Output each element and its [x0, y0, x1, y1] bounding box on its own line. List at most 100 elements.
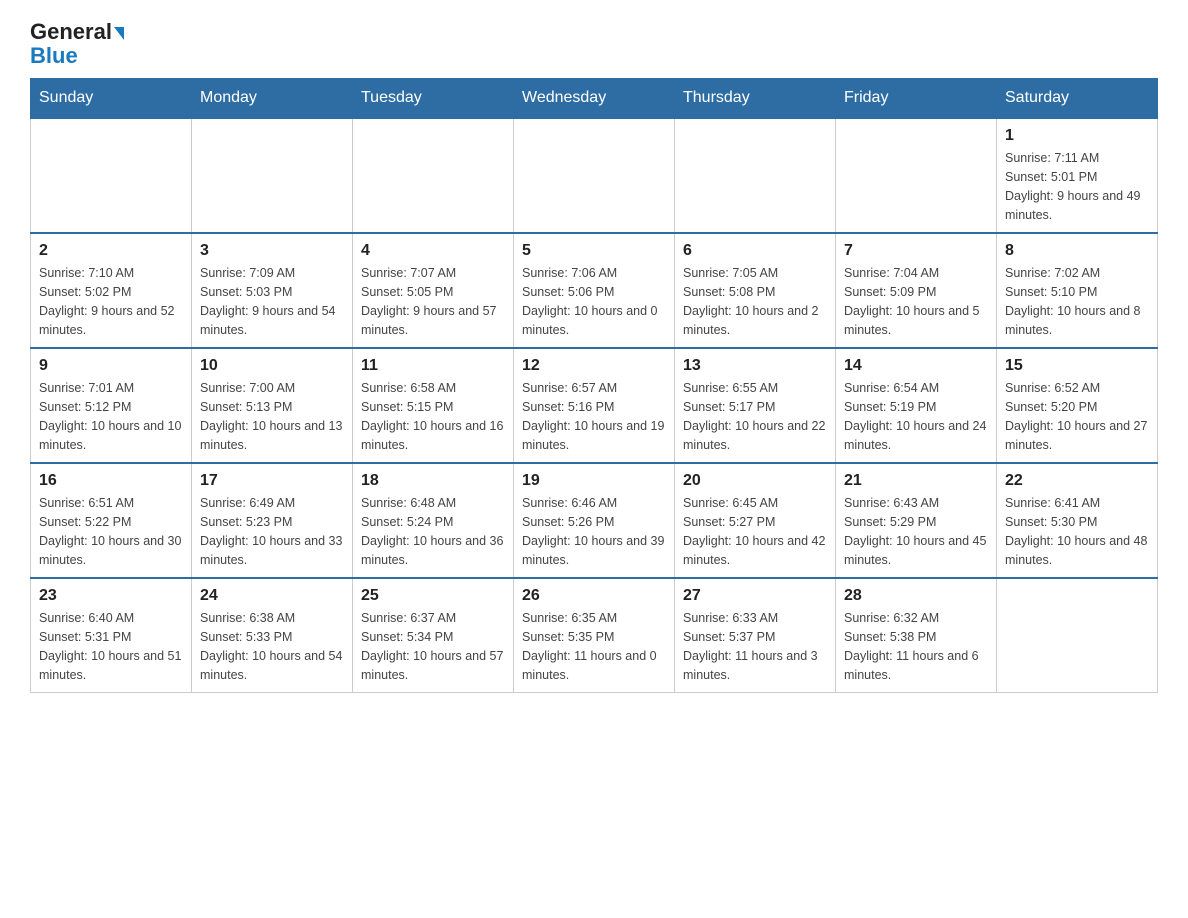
day-number: 9 — [39, 357, 183, 375]
calendar-table: SundayMondayTuesdayWednesdayThursdayFrid… — [30, 78, 1158, 693]
page-header: General Blue — [30, 20, 1158, 68]
calendar-cell: 8 Sunrise: 7:02 AM Sunset: 5:10 PM Daylig… — [997, 233, 1158, 348]
day-number: 10 — [200, 357, 344, 375]
logo: General Blue — [30, 20, 124, 68]
day-number: 11 — [361, 357, 505, 375]
calendar-cell: 25 Sunrise: 6:37 AM Sunset: 5:34 PM Dayli… — [353, 578, 514, 693]
day-info: Sunrise: 6:51 AM Sunset: 5:22 PM Dayligh… — [39, 494, 183, 569]
day-info: Sunrise: 6:33 AM Sunset: 5:37 PM Dayligh… — [683, 609, 827, 684]
week-row-4: 16 Sunrise: 6:51 AM Sunset: 5:22 PM Dayli… — [31, 463, 1158, 578]
calendar-cell: 20 Sunrise: 6:45 AM Sunset: 5:27 PM Dayli… — [675, 463, 836, 578]
day-number: 21 — [844, 472, 988, 490]
day-info: Sunrise: 6:32 AM Sunset: 5:38 PM Dayligh… — [844, 609, 988, 684]
weekday-header-saturday: Saturday — [997, 79, 1158, 119]
calendar-cell: 18 Sunrise: 6:48 AM Sunset: 5:24 PM Dayli… — [353, 463, 514, 578]
calendar-cell: 9 Sunrise: 7:01 AM Sunset: 5:12 PM Daylig… — [31, 348, 192, 463]
calendar-cell: 3 Sunrise: 7:09 AM Sunset: 5:03 PM Daylig… — [192, 233, 353, 348]
day-info: Sunrise: 7:10 AM Sunset: 5:02 PM Dayligh… — [39, 264, 183, 339]
day-info: Sunrise: 7:09 AM Sunset: 5:03 PM Dayligh… — [200, 264, 344, 339]
day-info: Sunrise: 7:00 AM Sunset: 5:13 PM Dayligh… — [200, 379, 344, 454]
day-number: 27 — [683, 587, 827, 605]
calendar-cell: 28 Sunrise: 6:32 AM Sunset: 5:38 PM Dayli… — [836, 578, 997, 693]
day-number: 18 — [361, 472, 505, 490]
logo-triangle-icon — [114, 27, 124, 40]
calendar-cell: 16 Sunrise: 6:51 AM Sunset: 5:22 PM Dayli… — [31, 463, 192, 578]
calendar-cell: 27 Sunrise: 6:33 AM Sunset: 5:37 PM Dayli… — [675, 578, 836, 693]
day-number: 8 — [1005, 242, 1149, 260]
day-info: Sunrise: 6:35 AM Sunset: 5:35 PM Dayligh… — [522, 609, 666, 684]
weekday-header-tuesday: Tuesday — [353, 79, 514, 119]
calendar-cell: 23 Sunrise: 6:40 AM Sunset: 5:31 PM Dayli… — [31, 578, 192, 693]
calendar-cell: 13 Sunrise: 6:55 AM Sunset: 5:17 PM Dayli… — [675, 348, 836, 463]
calendar-cell — [514, 118, 675, 233]
weekday-header-friday: Friday — [836, 79, 997, 119]
calendar-cell: 1Sunrise: 7:11 AM Sunset: 5:01 PM Daylig… — [997, 118, 1158, 233]
week-row-2: 2 Sunrise: 7:10 AM Sunset: 5:02 PM Daylig… — [31, 233, 1158, 348]
calendar-cell — [192, 118, 353, 233]
day-info: Sunrise: 6:48 AM Sunset: 5:24 PM Dayligh… — [361, 494, 505, 569]
weekday-header-wednesday: Wednesday — [514, 79, 675, 119]
calendar-cell: 2 Sunrise: 7:10 AM Sunset: 5:02 PM Daylig… — [31, 233, 192, 348]
weekday-header-monday: Monday — [192, 79, 353, 119]
calendar-cell — [353, 118, 514, 233]
weekday-header-thursday: Thursday — [675, 79, 836, 119]
day-info: Sunrise: 7:01 AM Sunset: 5:12 PM Dayligh… — [39, 379, 183, 454]
day-number: 12 — [522, 357, 666, 375]
day-number: 15 — [1005, 357, 1149, 375]
day-number: 4 — [361, 242, 505, 260]
calendar-cell: 6 Sunrise: 7:05 AM Sunset: 5:08 PM Daylig… — [675, 233, 836, 348]
day-number: 14 — [844, 357, 988, 375]
day-number: 2 — [39, 242, 183, 260]
day-number: 25 — [361, 587, 505, 605]
day-number: 17 — [200, 472, 344, 490]
day-number: 13 — [683, 357, 827, 375]
calendar-cell: 7 Sunrise: 7:04 AM Sunset: 5:09 PM Daylig… — [836, 233, 997, 348]
day-info: Sunrise: 6:37 AM Sunset: 5:34 PM Dayligh… — [361, 609, 505, 684]
day-info: Sunrise: 6:58 AM Sunset: 5:15 PM Dayligh… — [361, 379, 505, 454]
calendar-cell: 14Sunrise: 6:54 AM Sunset: 5:19 PM Dayli… — [836, 348, 997, 463]
day-number: 26 — [522, 587, 666, 605]
day-number: 22 — [1005, 472, 1149, 490]
day-info: Sunrise: 6:45 AM Sunset: 5:27 PM Dayligh… — [683, 494, 827, 569]
calendar-cell: 21Sunrise: 6:43 AM Sunset: 5:29 PM Dayli… — [836, 463, 997, 578]
calendar-cell — [997, 578, 1158, 693]
day-info: Sunrise: 6:55 AM Sunset: 5:17 PM Dayligh… — [683, 379, 827, 454]
day-number: 3 — [200, 242, 344, 260]
day-number: 20 — [683, 472, 827, 490]
calendar-cell: 24 Sunrise: 6:38 AM Sunset: 5:33 PM Dayli… — [192, 578, 353, 693]
calendar-cell: 12 Sunrise: 6:57 AM Sunset: 5:16 PM Dayli… — [514, 348, 675, 463]
day-info: Sunrise: 6:40 AM Sunset: 5:31 PM Dayligh… — [39, 609, 183, 684]
day-info: Sunrise: 6:52 AM Sunset: 5:20 PM Dayligh… — [1005, 379, 1149, 454]
calendar-cell: 19 Sunrise: 6:46 AM Sunset: 5:26 PM Dayli… — [514, 463, 675, 578]
day-number: 28 — [844, 587, 988, 605]
week-row-3: 9 Sunrise: 7:01 AM Sunset: 5:12 PM Daylig… — [31, 348, 1158, 463]
logo-text: General Blue — [30, 20, 124, 68]
day-info: Sunrise: 7:11 AM Sunset: 5:01 PM Dayligh… — [1005, 149, 1149, 224]
calendar-cell: 22Sunrise: 6:41 AM Sunset: 5:30 PM Dayli… — [997, 463, 1158, 578]
week-row-1: 1Sunrise: 7:11 AM Sunset: 5:01 PM Daylig… — [31, 118, 1158, 233]
calendar-cell: 4 Sunrise: 7:07 AM Sunset: 5:05 PM Daylig… — [353, 233, 514, 348]
day-number: 5 — [522, 242, 666, 260]
day-info: Sunrise: 6:38 AM Sunset: 5:33 PM Dayligh… — [200, 609, 344, 684]
day-info: Sunrise: 6:46 AM Sunset: 5:26 PM Dayligh… — [522, 494, 666, 569]
calendar-cell: 17Sunrise: 6:49 AM Sunset: 5:23 PM Dayli… — [192, 463, 353, 578]
day-number: 16 — [39, 472, 183, 490]
calendar-cell — [675, 118, 836, 233]
day-number: 6 — [683, 242, 827, 260]
calendar-cell: 15 Sunrise: 6:52 AM Sunset: 5:20 PM Dayli… — [997, 348, 1158, 463]
day-info: Sunrise: 7:05 AM Sunset: 5:08 PM Dayligh… — [683, 264, 827, 339]
calendar-cell — [31, 118, 192, 233]
day-number: 7 — [844, 242, 988, 260]
day-info: Sunrise: 7:04 AM Sunset: 5:09 PM Dayligh… — [844, 264, 988, 339]
day-info: Sunrise: 6:57 AM Sunset: 5:16 PM Dayligh… — [522, 379, 666, 454]
calendar-cell — [836, 118, 997, 233]
day-number: 24 — [200, 587, 344, 605]
calendar-header-row: SundayMondayTuesdayWednesdayThursdayFrid… — [31, 79, 1158, 119]
calendar-cell: 11 Sunrise: 6:58 AM Sunset: 5:15 PM Dayli… — [353, 348, 514, 463]
day-info: Sunrise: 7:02 AM Sunset: 5:10 PM Dayligh… — [1005, 264, 1149, 339]
calendar-cell: 26 Sunrise: 6:35 AM Sunset: 5:35 PM Dayli… — [514, 578, 675, 693]
day-number: 19 — [522, 472, 666, 490]
week-row-5: 23 Sunrise: 6:40 AM Sunset: 5:31 PM Dayli… — [31, 578, 1158, 693]
day-info: Sunrise: 7:07 AM Sunset: 5:05 PM Dayligh… — [361, 264, 505, 339]
day-number: 23 — [39, 587, 183, 605]
